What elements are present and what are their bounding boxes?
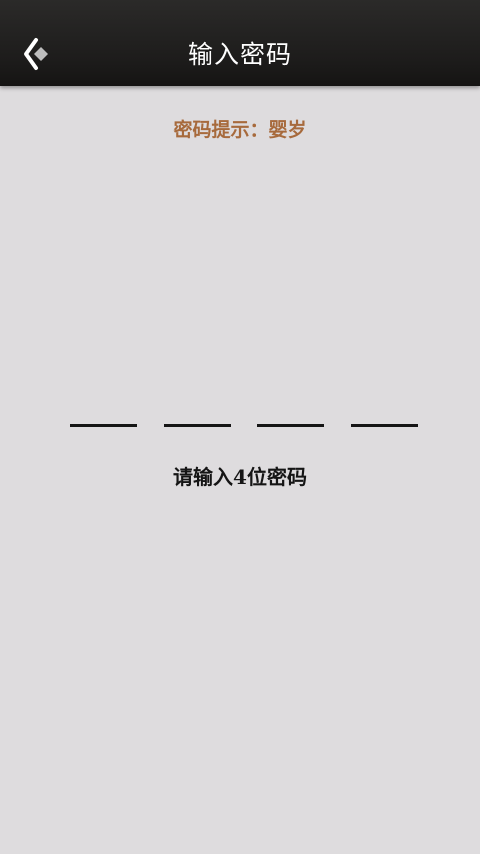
pin-slot-4[interactable] <box>350 424 418 427</box>
title-bar: 输入密码 <box>0 0 480 86</box>
page-title: 输入密码 <box>187 40 292 69</box>
pin-instruction: 请输入4位密码 <box>173 465 307 489</box>
pin-slot-2[interactable] <box>163 424 231 427</box>
password-hint: 密码提示：婴岁 <box>173 119 307 141</box>
password-entry-screen: 输入密码 密码提示：婴岁 请输入4位密码 <box>0 0 480 854</box>
pin-input-row[interactable] <box>70 424 418 430</box>
pin-slot-1[interactable] <box>70 424 137 427</box>
pin-slot-3[interactable] <box>257 424 325 427</box>
